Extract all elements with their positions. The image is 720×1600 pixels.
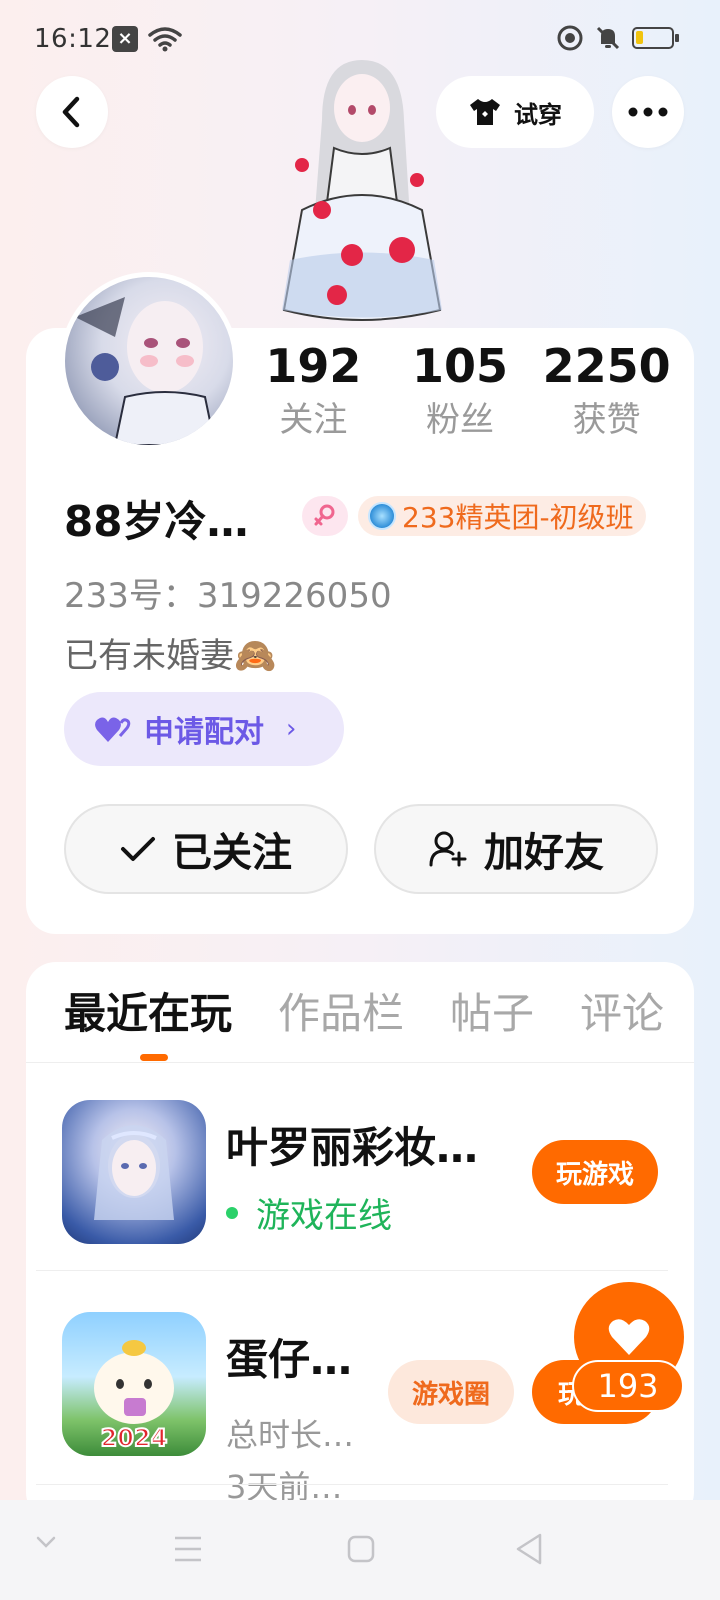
online-status: 游戏在线	[226, 1188, 392, 1237]
chevron-down-icon[interactable]	[34, 1534, 58, 1550]
level-medal-icon	[368, 502, 396, 530]
status-time: 16:12	[34, 24, 112, 54]
divider	[36, 1270, 668, 1271]
level-badge[interactable]: 233精英团-初级班	[358, 496, 646, 536]
menu-icon[interactable]	[172, 1534, 204, 1564]
back-button[interactable]	[36, 76, 108, 148]
play-game-button[interactable]: 玩游戏	[532, 1140, 658, 1204]
apply-match-label: 申请配对	[144, 715, 264, 750]
heart-pair-icon	[95, 717, 131, 742]
add-user-icon	[429, 831, 467, 867]
try-on-label: 试穿	[514, 100, 562, 129]
play-duration: 总时长…	[226, 1416, 355, 1454]
heart-icon	[608, 1319, 650, 1355]
tab-posts[interactable]: 帖子	[450, 986, 534, 1042]
divider	[26, 1062, 694, 1063]
female-icon	[314, 504, 335, 526]
divider	[36, 1484, 668, 1485]
level-badge-label: 233精英团-初级班	[402, 501, 634, 534]
tab-recent-play[interactable]: 最近在玩	[64, 986, 232, 1042]
game-title: 叶罗丽彩妆…	[226, 1123, 479, 1172]
game-circle-button[interactable]: 游戏圈	[388, 1360, 514, 1424]
list-item[interactable]: 叶罗丽彩妆… 游戏在线 玩游戏	[26, 1100, 694, 1280]
stat-fans[interactable]: 105 粉丝	[387, 338, 534, 444]
apply-match-button[interactable]: 申请配对 ›	[64, 692, 344, 766]
user-id: 233号：319226050	[64, 576, 392, 616]
more-icon	[628, 107, 668, 117]
add-friend-label: 加好友	[484, 830, 604, 876]
gender-badge	[302, 496, 348, 536]
system-nav-bar	[0, 1500, 720, 1600]
do-not-disturb-icon	[557, 25, 583, 51]
profile-tabs: 最近在玩 作品栏 帖子 评论	[64, 986, 664, 1042]
wifi-icon	[148, 27, 182, 52]
game-title: 蛋仔…	[226, 1335, 353, 1384]
shirt-icon	[470, 99, 500, 125]
more-button[interactable]	[612, 76, 684, 148]
tab-indicator	[140, 1054, 168, 1061]
tab-works[interactable]: 作品栏	[278, 986, 404, 1042]
add-friend-button[interactable]: 加好友	[374, 804, 658, 894]
character-illustration	[282, 60, 442, 321]
bell-off-icon	[596, 26, 620, 50]
stat-following[interactable]: 192 关注	[240, 338, 387, 444]
username: 88岁冷…	[64, 497, 249, 546]
following-button[interactable]: 已关注	[64, 804, 348, 894]
game-icon[interactable]: 2024	[62, 1312, 206, 1456]
avatar[interactable]	[60, 272, 238, 450]
game-icon[interactable]	[62, 1100, 206, 1244]
check-icon	[121, 837, 155, 861]
online-dot-icon	[226, 1206, 238, 1219]
square-icon[interactable]	[346, 1534, 376, 1564]
stat-likes[interactable]: 2250 获赞	[533, 338, 680, 444]
profile-stats: 192 关注 105 粉丝 2250 获赞	[240, 338, 680, 444]
following-label: 已关注	[172, 830, 292, 876]
chevron-left-icon	[62, 96, 80, 128]
like-count[interactable]: 193	[572, 1360, 684, 1412]
tab-comments[interactable]: 评论	[580, 986, 664, 1042]
content-card: 最近在玩 作品栏 帖子 评论 叶罗丽彩妆… 游戏在线 玩游戏 2024 蛋仔… …	[26, 962, 694, 1522]
try-on-button[interactable]: 试穿	[436, 76, 594, 148]
svg-text:2024: 2024	[101, 1424, 168, 1452]
x-square-icon: ×	[112, 26, 138, 52]
triangle-back-icon[interactable]	[514, 1532, 544, 1566]
chevron-right-icon: ›	[286, 714, 297, 744]
battery-icon	[632, 27, 679, 49]
user-bio: 已有未婚妻🙈	[64, 636, 277, 676]
